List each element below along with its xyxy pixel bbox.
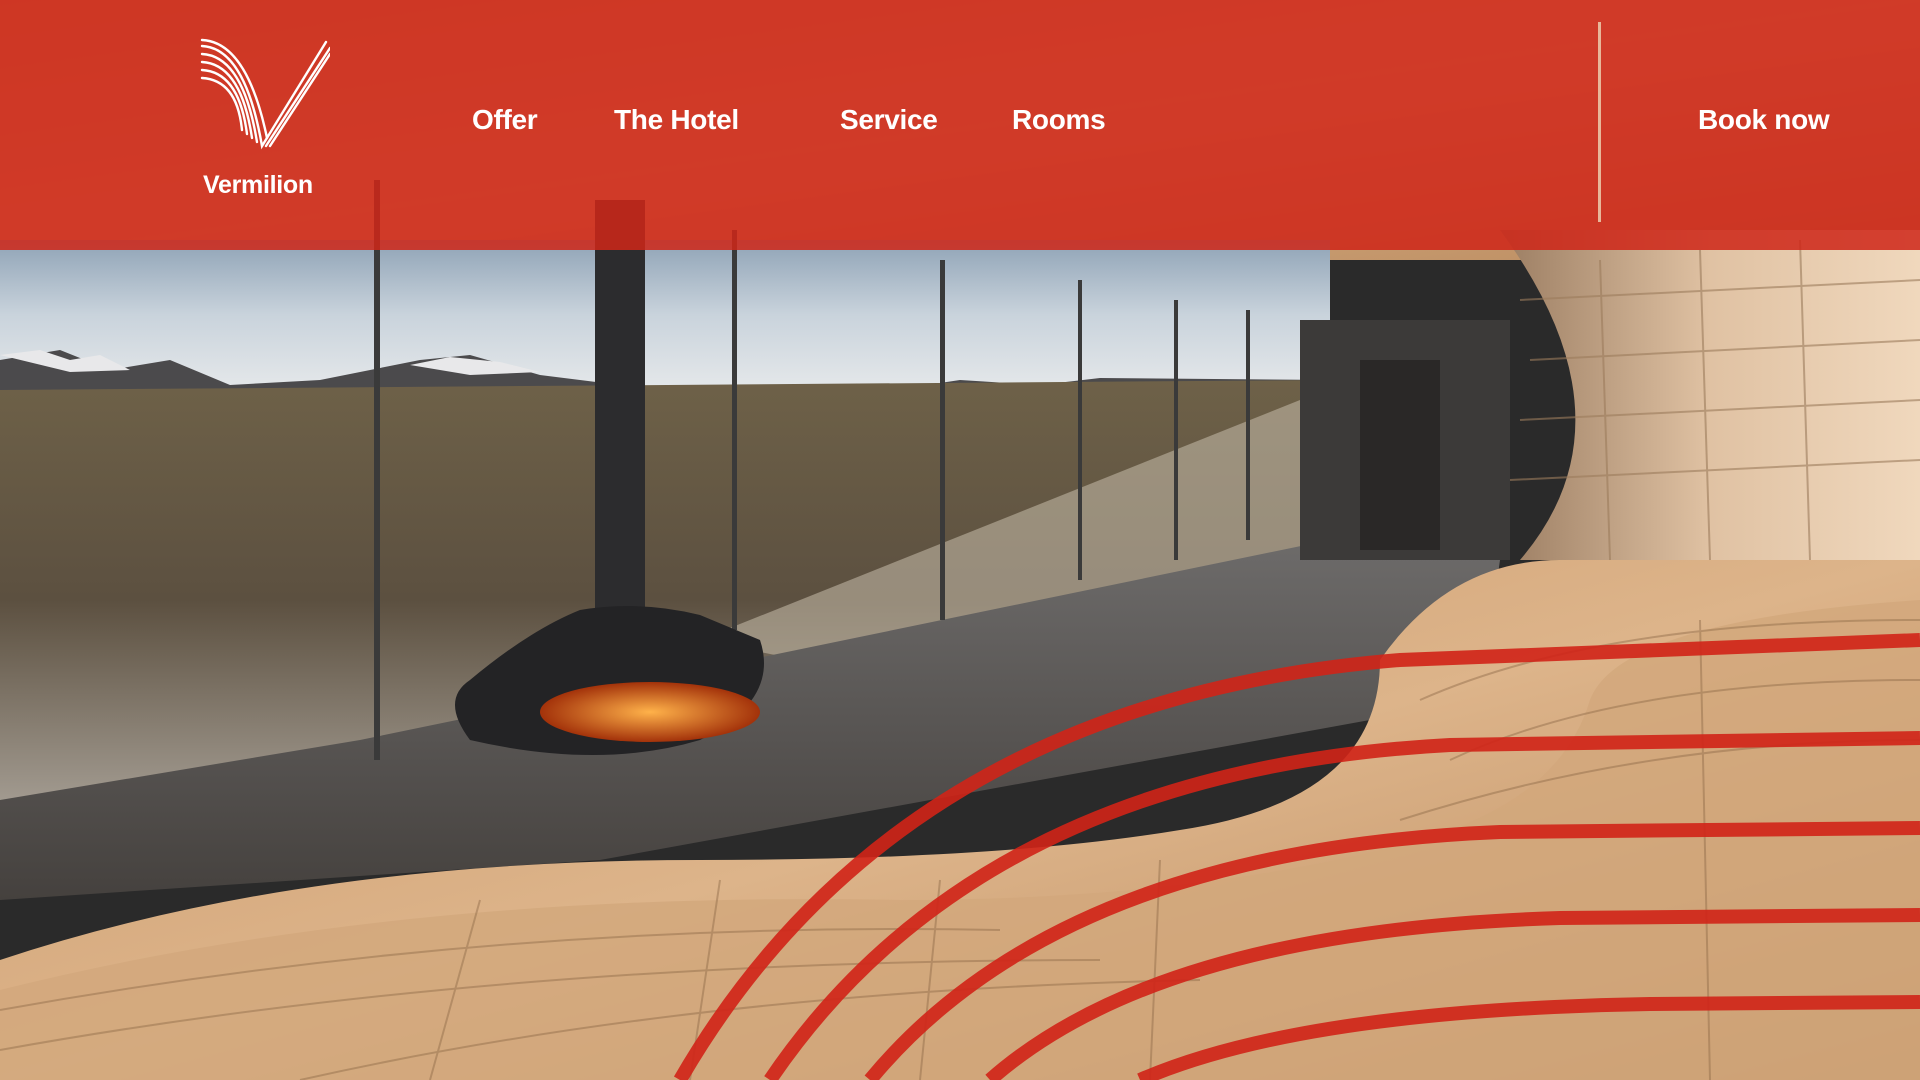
brand-logo[interactable]: Vermilion xyxy=(200,38,330,203)
nav-service[interactable]: Service xyxy=(840,104,938,136)
vermilion-logo-icon xyxy=(200,38,330,150)
nav-rooms[interactable]: Rooms xyxy=(1012,104,1106,136)
header-divider xyxy=(1598,22,1601,222)
book-now-button[interactable]: Book now xyxy=(1698,104,1830,136)
nav-the-hotel[interactable]: The Hotel xyxy=(614,104,739,136)
site-header: Vermilion Offer The Hotel Service Rooms … xyxy=(0,0,1920,250)
brand-name: Vermilion xyxy=(203,171,313,199)
page: Vermilion Offer The Hotel Service Rooms … xyxy=(0,0,1920,1080)
nav-offer[interactable]: Offer xyxy=(472,104,538,136)
